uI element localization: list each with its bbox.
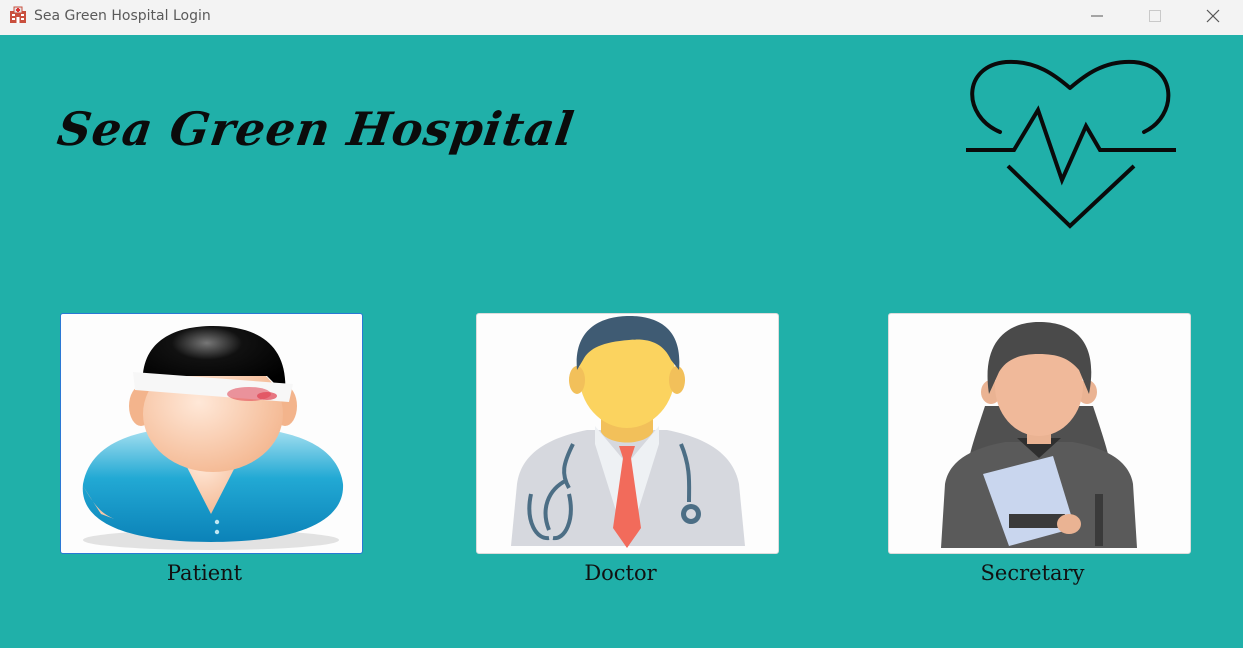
secretary-avatar-icon <box>941 322 1137 548</box>
maximize-button[interactable] <box>1127 0 1183 32</box>
patient-label[interactable]: Patient <box>54 561 355 585</box>
maximize-icon <box>1149 10 1161 22</box>
doctor-avatar-icon <box>511 316 745 548</box>
title-bar[interactable]: Sea Green Hospital Login <box>0 0 1243 36</box>
doctor-label[interactable]: Doctor <box>470 561 771 585</box>
hospital-name: Sea Green Hospital <box>54 102 578 156</box>
doctor-card[interactable] <box>476 313 779 554</box>
secretary-label[interactable]: Secretary <box>882 561 1183 585</box>
patient-avatar-icon <box>82 326 344 550</box>
window-title: Sea Green Hospital Login <box>34 8 211 24</box>
minimize-icon <box>1091 15 1103 17</box>
heartbeat-icon <box>966 59 1176 229</box>
hospital-building-icon <box>9 6 27 24</box>
close-icon <box>1206 9 1220 23</box>
minimize-button[interactable] <box>1069 0 1125 32</box>
secretary-card[interactable] <box>888 313 1191 554</box>
close-button[interactable] <box>1185 0 1241 32</box>
patient-card[interactable] <box>60 313 363 554</box>
app-window: Sea Green Hospital Login Sea Green Hospi… <box>0 0 1243 648</box>
